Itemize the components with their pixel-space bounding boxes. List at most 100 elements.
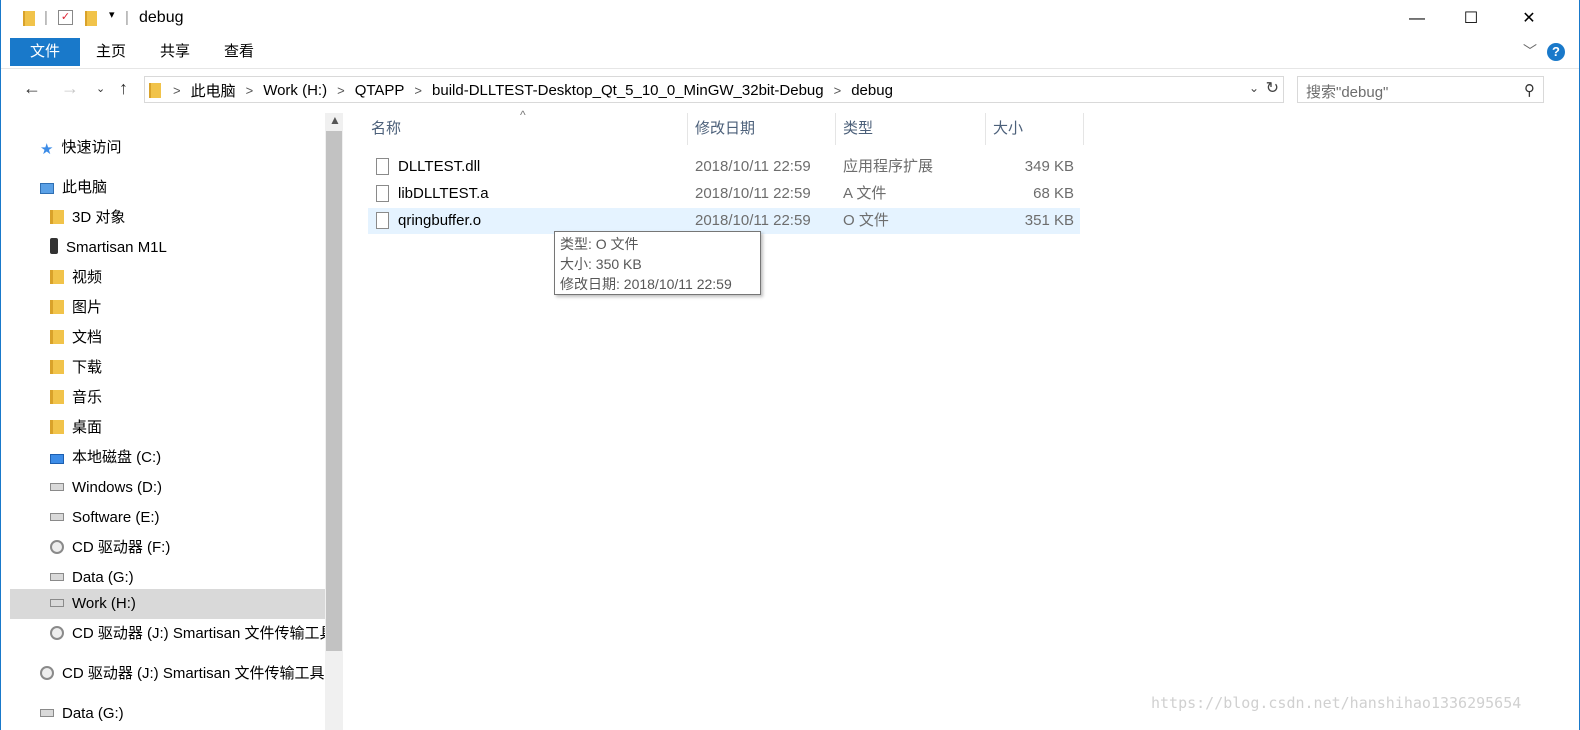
nav-label: 下载	[72, 359, 103, 376]
nav-item-drive-e[interactable]: Software (E:)	[50, 503, 160, 533]
file-modified: 2018/10/11 22:59	[695, 158, 811, 175]
nav-item-desktop[interactable]: 桌面	[50, 413, 102, 443]
computer-icon	[40, 183, 54, 194]
nav-this-pc[interactable]: 此电脑	[40, 173, 107, 203]
desktop-folder-icon	[50, 420, 64, 434]
nav-quick-access[interactable]: ★ 快速访问	[40, 133, 121, 163]
nav-item-3d-objects[interactable]: 3D 对象	[50, 203, 125, 233]
chevron-right-icon[interactable]: >	[834, 83, 842, 98]
column-header-size[interactable]: 大小	[985, 113, 1083, 145]
drive-icon	[50, 599, 64, 607]
folder-icon	[23, 11, 35, 26]
tab-file[interactable]: 文件	[10, 38, 80, 66]
nav-item-drive-h[interactable]: Work (H:)	[10, 589, 325, 619]
file-type: A 文件	[843, 185, 887, 202]
tab-share[interactable]: 共享	[149, 38, 201, 66]
expand-ribbon-icon[interactable]: ﹀	[1523, 41, 1537, 61]
ribbon: 文件 主页 共享 查看 ﹀ ?	[1, 38, 1579, 69]
nav-item-smartisan[interactable]: Smartisan M1L	[50, 233, 167, 263]
chevron-right-icon[interactable]: >	[246, 83, 254, 98]
breadcrumb-item[interactable]: Work (H:)	[263, 82, 327, 99]
nav-item-videos[interactable]: 视频	[50, 263, 102, 293]
column-divider[interactable]	[1083, 113, 1084, 145]
drive-icon	[50, 483, 64, 491]
phone-icon	[50, 238, 58, 254]
nav-item-drive-g-root[interactable]: Data (G:)	[40, 699, 124, 729]
explorer-window: | ✓ ▾ | debug — ☐ ✕ 文件 主页 共享 查看 ﹀ ? ← → …	[0, 0, 1580, 730]
nav-label: Data (G:)	[72, 569, 134, 586]
title-bar: | ✓ ▾ | debug — ☐ ✕	[1, 0, 1579, 38]
nav-item-drive-j-root[interactable]: CD 驱动器 (J:) Smartisan 文件传输工具	[40, 659, 325, 689]
nav-item-drive-f[interactable]: CD 驱动器 (F:)	[50, 533, 170, 563]
nav-label: 快速访问	[61, 139, 122, 156]
nav-item-drive-j[interactable]: CD 驱动器 (J:) Smartisan 文件传输工具	[50, 619, 325, 649]
search-input[interactable]: 搜索"debug"	[1306, 81, 1388, 102]
nav-label: CD 驱动器 (J:) Smartisan 文件传输工具	[62, 665, 325, 682]
breadcrumb-item[interactable]: debug	[851, 82, 893, 99]
chevron-right-icon[interactable]: >	[337, 83, 345, 98]
close-button[interactable]: ✕	[1500, 0, 1558, 38]
customize-toolbar-icon[interactable]: ▾	[109, 8, 115, 28]
maximize-button[interactable]: ☐	[1442, 0, 1500, 38]
nav-item-documents[interactable]: 文档	[50, 323, 102, 353]
nav-label: 图片	[72, 299, 103, 316]
column-header-type[interactable]: 类型	[835, 113, 985, 145]
nav-item-downloads[interactable]: 下载	[50, 353, 102, 383]
cd-drive-icon	[50, 626, 64, 640]
nav-item-pictures[interactable]: 图片	[50, 293, 102, 323]
file-name: libDLLTEST.a	[398, 185, 489, 202]
back-button[interactable]: ←	[23, 78, 41, 99]
file-size: 68 KB	[1033, 185, 1074, 202]
column-header-modified[interactable]: 修改日期	[687, 113, 835, 145]
address-dropdown-icon[interactable]: ⌄	[1249, 81, 1259, 95]
nav-item-drive-c[interactable]: 本地磁盘 (C:)	[50, 443, 161, 473]
tooltip-modified: 修改日期: 2018/10/11 22:59	[560, 276, 732, 292]
help-icon[interactable]: ?	[1547, 43, 1565, 61]
file-type: 应用程序扩展	[843, 158, 934, 175]
nav-item-drive-d[interactable]: Windows (D:)	[50, 473, 162, 503]
folder-icon	[149, 82, 161, 98]
new-folder-icon[interactable]	[85, 11, 97, 26]
refresh-icon[interactable]: ↻	[1266, 78, 1279, 98]
file-row[interactable]: libDLLTEST.a 2018/10/11 22:59 A 文件 68 KB	[368, 181, 1080, 207]
up-button[interactable]: ↑	[119, 78, 128, 99]
forward-button[interactable]: →	[61, 78, 79, 99]
tab-home[interactable]: 主页	[85, 38, 137, 66]
recent-locations-icon[interactable]: ⌄	[96, 82, 105, 95]
music-folder-icon	[50, 390, 64, 404]
window-title: debug	[139, 9, 184, 26]
nav-scrollbar[interactable]: ▲	[325, 113, 343, 730]
breadcrumb-item[interactable]: QTAPP	[355, 82, 405, 99]
nav-label: 桌面	[72, 419, 103, 436]
nav-label: Software (E:)	[72, 509, 160, 526]
tab-view[interactable]: 查看	[213, 38, 265, 66]
scroll-up-icon[interactable]: ▲	[329, 113, 341, 127]
tooltip-size: 大小: 350 KB	[560, 256, 642, 272]
scrollbar-thumb[interactable]	[326, 131, 342, 651]
nav-label: 此电脑	[62, 179, 108, 196]
chevron-right-icon[interactable]: >	[173, 83, 181, 98]
watermark: https://blog.csdn.net/hanshihao133629565…	[1151, 694, 1522, 712]
separator: |	[44, 9, 48, 26]
cd-drive-icon	[40, 666, 54, 680]
star-icon: ★	[40, 141, 54, 158]
nav-label: 3D 对象	[72, 209, 126, 226]
file-size: 351 KB	[1024, 212, 1074, 229]
breadcrumb: > 此电脑 > Work (H:) > QTAPP > build-DLLTES…	[149, 80, 899, 100]
search-box[interactable]: 搜索"debug" ⚲	[1297, 76, 1544, 103]
breadcrumb-item[interactable]: build-DLLTEST-Desktop_Qt_5_10_0_MinGW_32…	[432, 82, 824, 99]
chevron-right-icon[interactable]: >	[414, 83, 422, 98]
minimize-button[interactable]: —	[1388, 0, 1446, 38]
file-type: O 文件	[843, 212, 889, 229]
breadcrumb-item[interactable]: 此电脑	[191, 80, 236, 101]
column-header-name[interactable]: 名称	[363, 113, 687, 145]
file-row[interactable]: DLLTEST.dll 2018/10/11 22:59 应用程序扩展 349 …	[368, 154, 1080, 180]
properties-icon[interactable]: ✓	[58, 10, 73, 25]
file-modified: 2018/10/11 22:59	[695, 185, 811, 202]
address-bar[interactable]: > 此电脑 > Work (H:) > QTAPP > build-DLLTES…	[144, 76, 1284, 103]
separator: |	[125, 9, 129, 26]
nav-label: Smartisan M1L	[66, 239, 167, 256]
drive-icon	[40, 709, 54, 717]
nav-item-music[interactable]: 音乐	[50, 383, 102, 413]
tooltip-type: 类型: O 文件	[560, 236, 639, 252]
